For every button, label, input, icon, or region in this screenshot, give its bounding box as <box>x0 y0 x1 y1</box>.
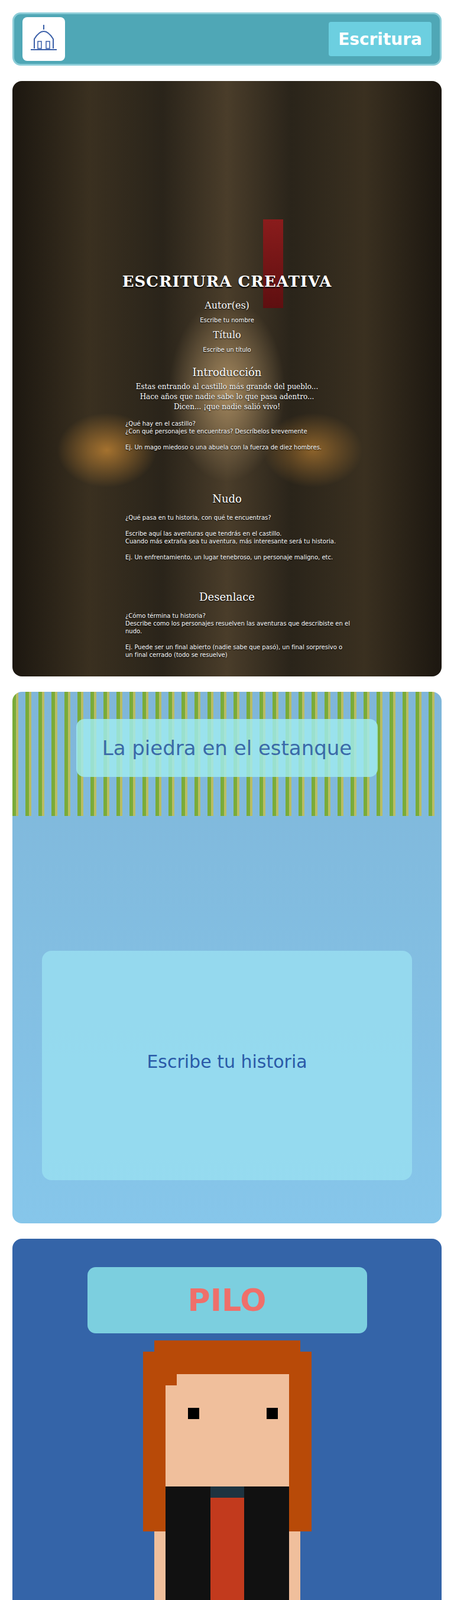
paragraph-line: Describe como los personajes resuelven l… <box>125 619 350 635</box>
section-heading: Nudo <box>212 492 242 506</box>
section-paragraph: Escribe aquí las aventuras que tendrás e… <box>125 529 350 546</box>
worksheet-title: ESCRITURA CREATIVA <box>122 272 333 291</box>
section-heading: Introducción <box>192 365 262 379</box>
intro-line: Estas entrando al castillo más grande de… <box>135 382 319 392</box>
field-label: Autor(es) <box>204 299 250 312</box>
section-paragraph: ¿Qué hay en el castillo?¿Con qué persona… <box>125 419 350 436</box>
dome-icon <box>26 21 62 57</box>
story-section: Nudo ¿Qué pasa en tu historia, con qué te… <box>12 492 442 561</box>
paragraph-line: ¿Cómo términa tu historia? <box>125 611 350 620</box>
story-input[interactable] <box>41 950 413 1180</box>
worksheet-card: ESCRITURA CREATIVA Autor(es) Escribe tu no… <box>12 80 442 677</box>
paragraph-line: ¿Qué hay en el castillo? <box>125 419 350 428</box>
intro-line: Hace años que nadie sabe lo que pasa ade… <box>140 392 315 402</box>
paragraph-line: Ej. Puede ser un final abierto (nadie sa… <box>125 643 350 659</box>
section-paragraph: ¿Qué pasa en tu historia, con qué te enc… <box>125 513 350 522</box>
story-title: La piedra en el estanque <box>76 718 378 777</box>
top-bar: Escritura <box>12 12 442 66</box>
field-hint[interactable]: Escribe tu nombre <box>199 316 255 325</box>
character-name: PILO <box>87 1266 368 1334</box>
paragraph-line: Ej. Un mago miedoso o una abuela con la … <box>125 443 350 452</box>
story-section: Introducción Estas entrando al castillo m… <box>12 365 442 452</box>
paragraph-line: Escribe aquí las aventuras que tendrás e… <box>125 529 350 538</box>
section-paragraph: Ej. Un enfrentamiento, un lugar tenebros… <box>125 553 350 561</box>
section-heading: Desenlace <box>199 590 255 604</box>
school-logo-icon[interactable] <box>22 17 66 61</box>
paragraph-line: ¿Con qué personajes te encuentras? Descr… <box>125 427 350 436</box>
field-label: Título <box>212 329 241 342</box>
story-card: La piedra en el estanque <box>12 691 442 1224</box>
pixel-girl-icon <box>143 1340 312 1600</box>
section-paragraph: Ej. Puede ser un final abierto (nadie sa… <box>125 643 350 659</box>
section-paragraph: ¿Cómo términa tu historia?Describe como … <box>125 611 350 635</box>
character-figure <box>143 1340 312 1600</box>
section-paragraph: Ej. Un mago miedoso o una abuela con la … <box>125 443 350 452</box>
escritura-button[interactable]: Escritura <box>328 21 432 57</box>
intro-line: Dicen... ¡que nadie salió vivo! <box>173 402 281 412</box>
field-hint[interactable]: Escribe un título <box>202 345 251 355</box>
banner-decoration <box>263 219 284 308</box>
paragraph-line: Cuando más extraña sea tu aventura, más … <box>125 537 350 546</box>
paragraph-line: Ej. Un enfrentamiento, un lugar tenebros… <box>125 553 350 561</box>
story-section: Desenlace ¿Cómo términa tu historia?Descr… <box>12 590 442 659</box>
character-card: PILO <box>12 1238 442 1600</box>
paragraph-line: ¿Qué pasa en tu historia, con qué te enc… <box>125 513 350 522</box>
